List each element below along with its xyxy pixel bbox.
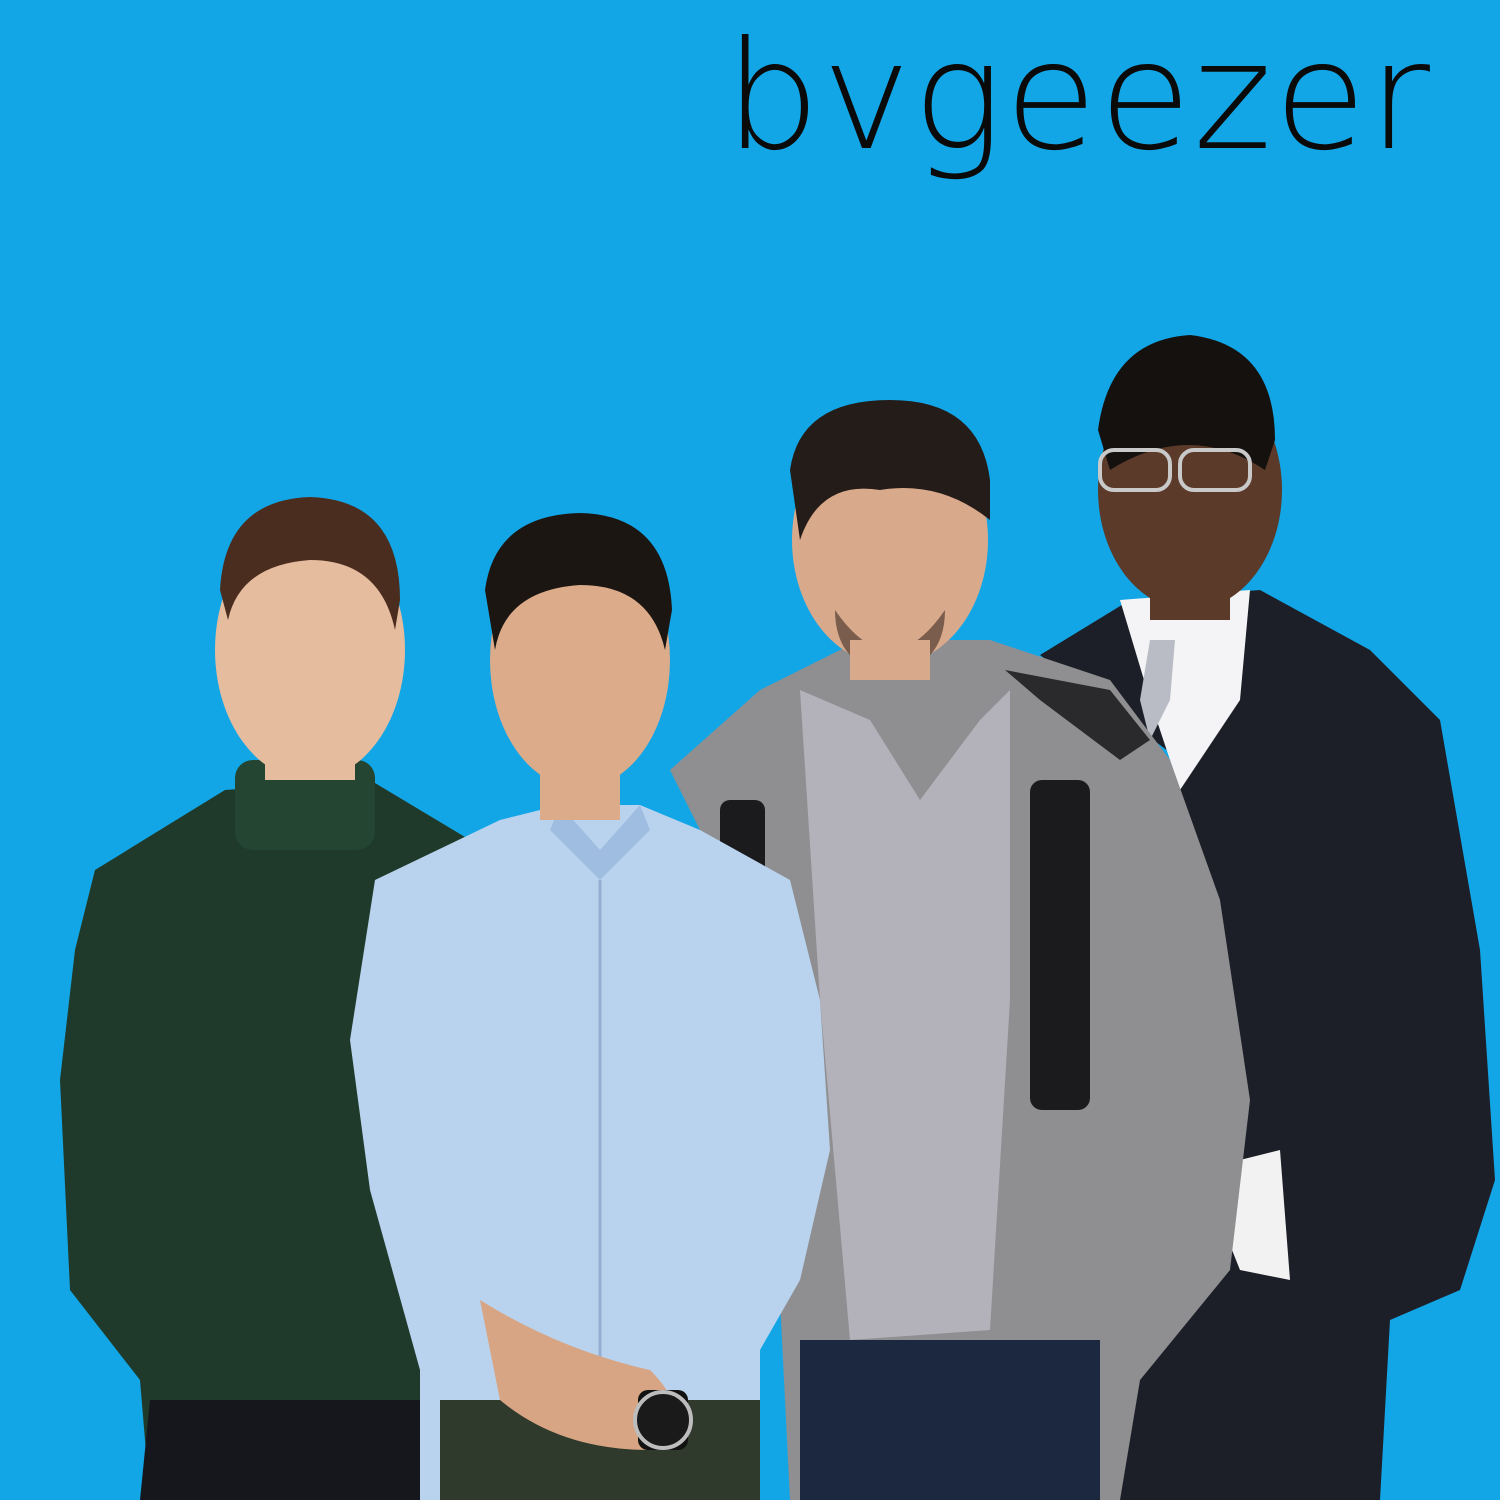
group-photo xyxy=(60,335,1495,1500)
person-light-blue-shirt xyxy=(350,513,830,1500)
